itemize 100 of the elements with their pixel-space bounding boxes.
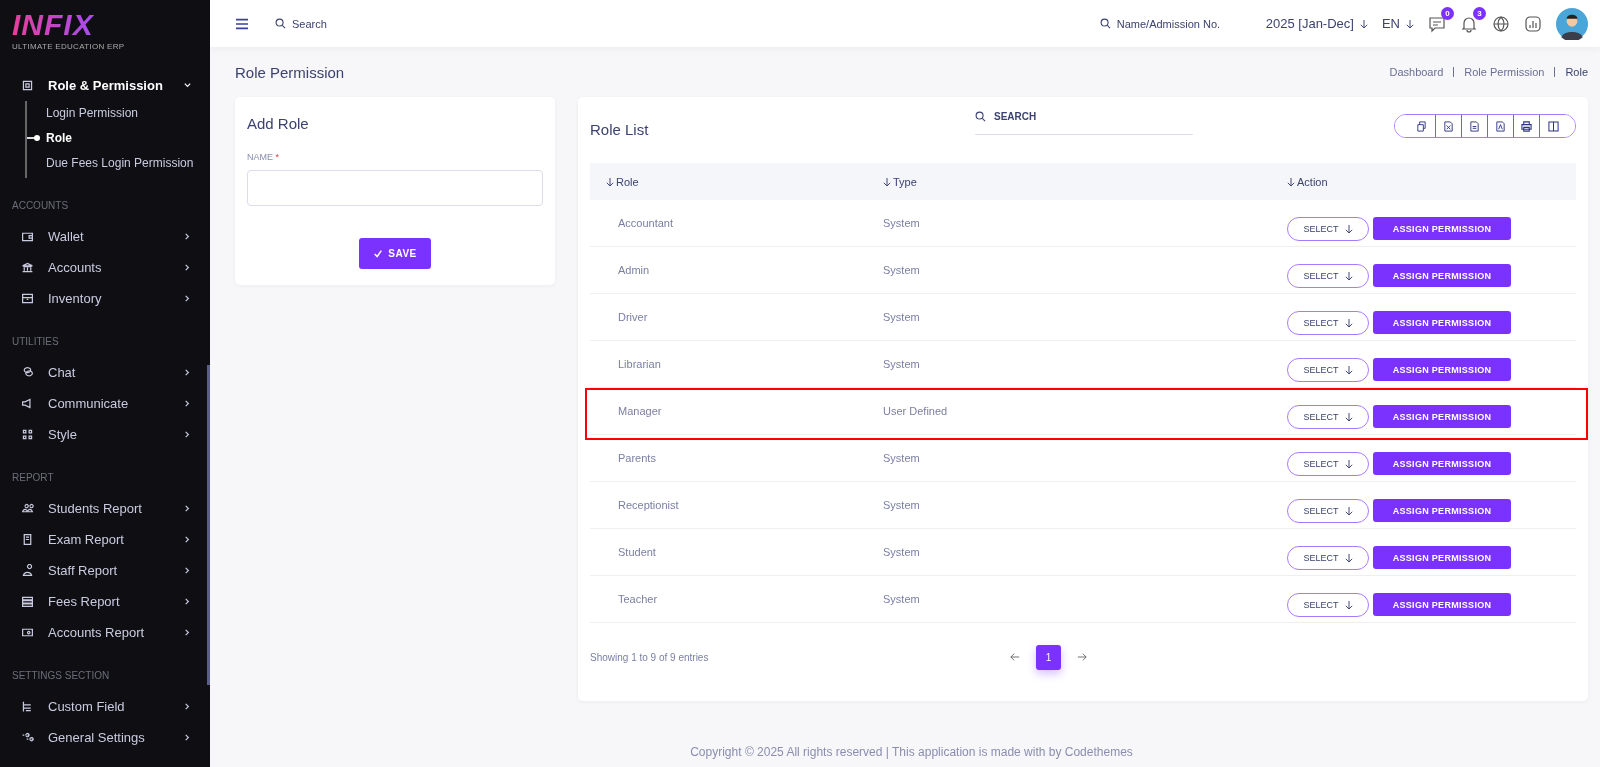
- breadcrumb-link[interactable]: Dashboard: [1389, 66, 1444, 78]
- sidebar-item[interactable]: Exam Report: [0, 524, 210, 555]
- card-title: Add Role: [247, 115, 310, 132]
- table-cell-text: System: [883, 592, 921, 605]
- assign-permission-button[interactable]: ASSIGN PERMISSION: [1373, 311, 1511, 334]
- assign-permission-button[interactable]: ASSIGN PERMISSION: [1373, 593, 1511, 616]
- sidebar-item[interactable]: Communicate: [0, 388, 210, 419]
- assign-permission-button[interactable]: ASSIGN PERMISSION: [1373, 264, 1511, 287]
- chat-icon[interactable]: [1428, 14, 1446, 33]
- menu-item-icon: [21, 564, 34, 577]
- chevron-icon: [183, 294, 192, 303]
- select-dropdown[interactable]: SELECT: [1287, 311, 1369, 335]
- chevron-icon: [183, 81, 192, 90]
- next-page-icon[interactable]: [1077, 652, 1087, 662]
- select-dropdown[interactable]: SELECT: [1287, 358, 1369, 382]
- sidebar-item[interactable]: General Settings: [0, 722, 210, 753]
- section-heading: UTILITIES: [11, 335, 60, 349]
- sidebar-item[interactable]: Inventory: [0, 283, 210, 314]
- chevron-icon: [183, 263, 192, 272]
- menu-item-icon: [21, 731, 34, 744]
- search-field[interactable]: Search: [292, 17, 392, 30]
- select-dropdown[interactable]: SELECT: [1287, 499, 1369, 523]
- arrow-down-icon: [1406, 18, 1414, 29]
- breadcrumb-link[interactable]: Role: [1565, 66, 1588, 78]
- table-cell-text: System: [883, 498, 921, 511]
- student-search-field[interactable]: Name/Admission No.: [1116, 17, 1252, 30]
- chart-icon[interactable]: [1524, 14, 1542, 33]
- table-cell-text: Accountant: [617, 216, 675, 229]
- columns-button[interactable]: [1539, 115, 1575, 137]
- table-cell-text: Driver: [617, 310, 649, 323]
- arrow-down-icon: [1344, 600, 1353, 610]
- chevron-icon: [183, 628, 192, 637]
- search-icon: [275, 18, 286, 29]
- submenu-item[interactable]: Login Permission: [27, 101, 210, 126]
- chevron-icon: [183, 430, 192, 439]
- table-cell-text: Librarian: [617, 357, 662, 370]
- sidebar-item[interactable]: Fees Report: [0, 586, 210, 617]
- assign-permission-button[interactable]: ASSIGN PERMISSION: [1373, 499, 1511, 522]
- chevron-icon: [183, 566, 192, 575]
- field-label: NAME *: [247, 152, 281, 162]
- select-dropdown[interactable]: SELECT: [1287, 546, 1369, 570]
- table-search-field[interactable]: SEARCH: [994, 111, 1174, 122]
- arrow-down-icon: [1344, 412, 1353, 422]
- columns-icon: [1548, 120, 1559, 132]
- chevron-icon: [183, 702, 192, 711]
- table-cell-text: System: [883, 545, 921, 558]
- sidebar-item[interactable]: Custom Field: [0, 691, 210, 722]
- menu-item-icon: [21, 79, 34, 92]
- assign-permission-button[interactable]: ASSIGN PERMISSION: [1373, 358, 1511, 381]
- arrow-down-icon: [1344, 318, 1353, 328]
- menu-item-icon: [21, 230, 34, 243]
- select-dropdown[interactable]: SELECT: [1287, 264, 1369, 288]
- name-field[interactable]: [247, 170, 543, 206]
- language-dropdown[interactable]: EN: [1381, 16, 1414, 31]
- arrow-down-icon: [1287, 176, 1295, 187]
- sidebar-item[interactable]: Style: [0, 419, 210, 450]
- printer-icon: [1521, 120, 1532, 132]
- bell-icon[interactable]: [1460, 14, 1478, 33]
- sidebar-item[interactable]: Accounts: [0, 252, 210, 283]
- column-header[interactable]: Action: [1287, 175, 1576, 188]
- sidebar-item[interactable]: Students Report: [0, 493, 210, 524]
- breadcrumb-link[interactable]: Role Permission: [1464, 66, 1545, 78]
- select-dropdown[interactable]: SELECT: [1287, 405, 1369, 429]
- globe-icon[interactable]: [1492, 14, 1510, 33]
- assign-permission-button[interactable]: ASSIGN PERMISSION: [1373, 546, 1511, 569]
- menu-icon[interactable]: [235, 17, 249, 30]
- arrow-down-icon: [1344, 553, 1353, 563]
- submenu-item[interactable]: Due Fees Login Permission: [27, 151, 210, 176]
- assign-permission-button[interactable]: ASSIGN PERMISSION: [1373, 217, 1511, 240]
- select-dropdown[interactable]: SELECT: [1287, 217, 1369, 241]
- sidebar-item[interactable]: Role & Permission: [0, 70, 210, 101]
- assign-permission-button[interactable]: ASSIGN PERMISSION: [1373, 405, 1511, 428]
- assign-permission-button[interactable]: ASSIGN PERMISSION: [1373, 452, 1511, 475]
- section-heading: SETTINGS SECTION: [11, 669, 111, 683]
- section-heading: REPORT: [11, 471, 55, 485]
- select-dropdown[interactable]: SELECT: [1287, 593, 1369, 617]
- sidebar-item[interactable]: Chat: [0, 357, 210, 388]
- table-cell-text: System: [883, 263, 921, 276]
- table-cell-text: Receptionist: [617, 498, 680, 511]
- session-dropdown[interactable]: 2025 [Jan-Dec]: [1265, 16, 1368, 31]
- arrow-down-icon: [1344, 459, 1353, 469]
- sidebar-item[interactable]: Staff Report: [0, 555, 210, 586]
- logo-tagline: ULTIMATE EDUCATION ERP: [12, 42, 125, 51]
- previous-page-icon[interactable]: [1010, 652, 1020, 662]
- menu-item-icon: [21, 533, 34, 546]
- sidebar-item[interactable]: Wallet: [0, 221, 210, 252]
- menu-item-icon: [21, 626, 34, 639]
- user-avatar[interactable]: [1556, 7, 1588, 40]
- copy-icon: [1415, 120, 1427, 132]
- save-button[interactable]: SAVE: [359, 238, 431, 269]
- column-header[interactable]: Type: [883, 175, 1287, 188]
- search-icon: [975, 111, 986, 122]
- chat-count-badge: 0: [1441, 6, 1454, 20]
- submenu-item[interactable]: Role: [27, 126, 210, 151]
- card-title: Role List: [590, 120, 650, 138]
- page-button[interactable]: 1: [1036, 644, 1061, 670]
- table-cell-text: Student: [617, 545, 657, 558]
- select-dropdown[interactable]: SELECT: [1287, 452, 1369, 476]
- column-header[interactable]: Role: [590, 175, 883, 188]
- sidebar-item[interactable]: Accounts Report: [0, 617, 210, 648]
